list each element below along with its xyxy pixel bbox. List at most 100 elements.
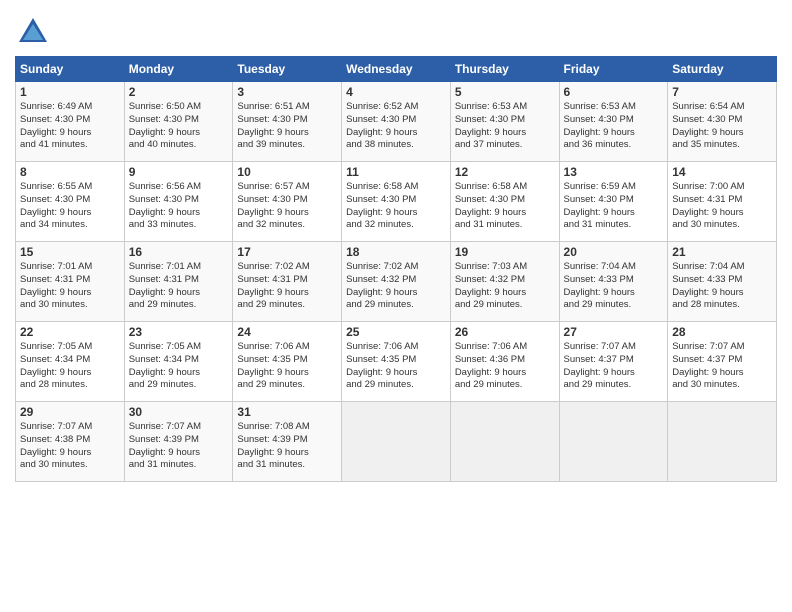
- day-cell: 18Sunrise: 7:02 AM Sunset: 4:32 PM Dayli…: [342, 242, 451, 322]
- day-number: 30: [129, 405, 229, 419]
- day-cell: 7Sunrise: 6:54 AM Sunset: 4:30 PM Daylig…: [668, 82, 777, 162]
- day-cell: 1 Sunrise: 6:49 AM Sunset: 4:30 PM Daylig…: [16, 82, 125, 162]
- day-detail: Sunrise: 7:07 AM Sunset: 4:39 PM Dayligh…: [129, 421, 229, 472]
- col-header-thursday: Thursday: [450, 57, 559, 82]
- day-number: 20: [564, 245, 664, 259]
- day-detail: Sunrise: 7:07 AM Sunset: 4:37 PM Dayligh…: [564, 341, 664, 392]
- day-detail: Sunrise: 7:01 AM Sunset: 4:31 PM Dayligh…: [20, 261, 120, 312]
- day-cell: [559, 402, 668, 482]
- week-row-3: 15 Sunrise: 7:01 AM Sunset: 4:31 PM Dayli…: [16, 242, 777, 322]
- day-cell: 24 Sunrise: 7:06 AM Sunset: 4:35 PM Dayli…: [233, 322, 342, 402]
- day-number: 1: [20, 85, 120, 99]
- day-number: 26: [455, 325, 555, 339]
- col-header-monday: Monday: [124, 57, 233, 82]
- day-detail: Sunrise: 7:06 AM Sunset: 4:36 PM Dayligh…: [455, 341, 555, 392]
- calendar-container: SundayMondayTuesdayWednesdayThursdayFrid…: [0, 0, 792, 492]
- day-cell: 3 Sunrise: 6:51 AM Sunset: 4:30 PM Daylig…: [233, 82, 342, 162]
- day-number: 10: [237, 165, 337, 179]
- day-detail: Sunrise: 6:56 AM Sunset: 4:30 PM Dayligh…: [129, 181, 229, 232]
- day-cell: 27 Sunrise: 7:07 AM Sunset: 4:37 PM Dayli…: [559, 322, 668, 402]
- header-row-days: SundayMondayTuesdayWednesdayThursdayFrid…: [16, 57, 777, 82]
- day-number: 29: [20, 405, 120, 419]
- col-header-sunday: Sunday: [16, 57, 125, 82]
- day-number: 5: [455, 85, 555, 99]
- day-detail: Sunrise: 7:08 AM Sunset: 4:39 PM Dayligh…: [237, 421, 337, 472]
- day-number: 19: [455, 245, 555, 259]
- week-row-2: 8 Sunrise: 6:55 AM Sunset: 4:30 PM Daylig…: [16, 162, 777, 242]
- day-cell: 15 Sunrise: 7:01 AM Sunset: 4:31 PM Dayli…: [16, 242, 125, 322]
- day-cell: 4 Sunrise: 6:52 AM Sunset: 4:30 PM Daylig…: [342, 82, 451, 162]
- day-number: 14: [672, 165, 772, 179]
- day-number: 12: [455, 165, 555, 179]
- day-detail: Sunrise: 7:04 AM Sunset: 4:33 PM Dayligh…: [564, 261, 664, 312]
- day-cell: 11 Sunrise: 6:58 AM Sunset: 4:30 PM Dayli…: [342, 162, 451, 242]
- day-detail: Sunrise: 7:01 AM Sunset: 4:31 PM Dayligh…: [129, 261, 229, 312]
- day-number: 11: [346, 165, 446, 179]
- logo-icon: [15, 14, 51, 50]
- week-row-5: 29 Sunrise: 7:07 AM Sunset: 4:38 PM Dayli…: [16, 402, 777, 482]
- day-cell: 19 Sunrise: 7:03 AM Sunset: 4:32 PM Dayli…: [450, 242, 559, 322]
- day-number: 6: [564, 85, 664, 99]
- day-cell: 21Sunrise: 7:04 AM Sunset: 4:33 PM Dayli…: [668, 242, 777, 322]
- day-detail: Sunrise: 7:03 AM Sunset: 4:32 PM Dayligh…: [455, 261, 555, 312]
- day-detail: Sunrise: 6:49 AM Sunset: 4:30 PM Dayligh…: [20, 101, 120, 152]
- day-cell: [668, 402, 777, 482]
- day-number: 7: [672, 85, 772, 99]
- day-detail: Sunrise: 6:57 AM Sunset: 4:30 PM Dayligh…: [237, 181, 337, 232]
- day-number: 15: [20, 245, 120, 259]
- day-number: 13: [564, 165, 664, 179]
- day-detail: Sunrise: 6:55 AM Sunset: 4:30 PM Dayligh…: [20, 181, 120, 232]
- day-detail: Sunrise: 7:07 AM Sunset: 4:38 PM Dayligh…: [20, 421, 120, 472]
- day-number: 23: [129, 325, 229, 339]
- day-number: 8: [20, 165, 120, 179]
- col-header-wednesday: Wednesday: [342, 57, 451, 82]
- day-number: 18: [346, 245, 446, 259]
- day-cell: 28Sunrise: 7:07 AM Sunset: 4:37 PM Dayli…: [668, 322, 777, 402]
- day-number: 27: [564, 325, 664, 339]
- day-number: 16: [129, 245, 229, 259]
- day-detail: Sunrise: 6:51 AM Sunset: 4:30 PM Dayligh…: [237, 101, 337, 152]
- day-cell: 22 Sunrise: 7:05 AM Sunset: 4:34 PM Dayli…: [16, 322, 125, 402]
- day-cell: 17 Sunrise: 7:02 AM Sunset: 4:31 PM Dayli…: [233, 242, 342, 322]
- col-header-saturday: Saturday: [668, 57, 777, 82]
- col-header-tuesday: Tuesday: [233, 57, 342, 82]
- day-detail: Sunrise: 7:02 AM Sunset: 4:31 PM Dayligh…: [237, 261, 337, 312]
- day-number: 22: [20, 325, 120, 339]
- day-detail: Sunrise: 6:59 AM Sunset: 4:30 PM Dayligh…: [564, 181, 664, 232]
- day-cell: 10 Sunrise: 6:57 AM Sunset: 4:30 PM Dayli…: [233, 162, 342, 242]
- calendar-table: SundayMondayTuesdayWednesdayThursdayFrid…: [15, 56, 777, 482]
- day-cell: 26 Sunrise: 7:06 AM Sunset: 4:36 PM Dayli…: [450, 322, 559, 402]
- day-cell: 16 Sunrise: 7:01 AM Sunset: 4:31 PM Dayli…: [124, 242, 233, 322]
- day-cell: [342, 402, 451, 482]
- day-cell: 8 Sunrise: 6:55 AM Sunset: 4:30 PM Daylig…: [16, 162, 125, 242]
- col-header-friday: Friday: [559, 57, 668, 82]
- day-cell: 30 Sunrise: 7:07 AM Sunset: 4:39 PM Dayli…: [124, 402, 233, 482]
- day-detail: Sunrise: 7:00 AM Sunset: 4:31 PM Dayligh…: [672, 181, 772, 232]
- day-number: 9: [129, 165, 229, 179]
- day-number: 21: [672, 245, 772, 259]
- header-row: [15, 10, 777, 50]
- day-cell: 2Sunrise: 6:50 AM Sunset: 4:30 PM Daylig…: [124, 82, 233, 162]
- day-detail: Sunrise: 6:50 AM Sunset: 4:30 PM Dayligh…: [129, 101, 229, 152]
- day-cell: 13 Sunrise: 6:59 AM Sunset: 4:30 PM Dayli…: [559, 162, 668, 242]
- day-detail: Sunrise: 6:53 AM Sunset: 4:30 PM Dayligh…: [564, 101, 664, 152]
- day-cell: 12Sunrise: 6:58 AM Sunset: 4:30 PM Dayli…: [450, 162, 559, 242]
- week-row-4: 22 Sunrise: 7:05 AM Sunset: 4:34 PM Dayli…: [16, 322, 777, 402]
- day-number: 24: [237, 325, 337, 339]
- day-detail: Sunrise: 7:06 AM Sunset: 4:35 PM Dayligh…: [346, 341, 446, 392]
- day-detail: Sunrise: 7:06 AM Sunset: 4:35 PM Dayligh…: [237, 341, 337, 392]
- day-number: 17: [237, 245, 337, 259]
- day-cell: 14 Sunrise: 7:00 AM Sunset: 4:31 PM Dayli…: [668, 162, 777, 242]
- day-detail: Sunrise: 7:05 AM Sunset: 4:34 PM Dayligh…: [20, 341, 120, 392]
- day-cell: 20 Sunrise: 7:04 AM Sunset: 4:33 PM Dayli…: [559, 242, 668, 322]
- day-cell: 5 Sunrise: 6:53 AM Sunset: 4:30 PM Daylig…: [450, 82, 559, 162]
- day-number: 28: [672, 325, 772, 339]
- day-number: 3: [237, 85, 337, 99]
- day-cell: 29 Sunrise: 7:07 AM Sunset: 4:38 PM Dayli…: [16, 402, 125, 482]
- day-detail: Sunrise: 6:53 AM Sunset: 4:30 PM Dayligh…: [455, 101, 555, 152]
- day-detail: Sunrise: 6:52 AM Sunset: 4:30 PM Dayligh…: [346, 101, 446, 152]
- day-number: 25: [346, 325, 446, 339]
- day-number: 4: [346, 85, 446, 99]
- day-cell: 6 Sunrise: 6:53 AM Sunset: 4:30 PM Daylig…: [559, 82, 668, 162]
- day-detail: Sunrise: 6:58 AM Sunset: 4:30 PM Dayligh…: [346, 181, 446, 232]
